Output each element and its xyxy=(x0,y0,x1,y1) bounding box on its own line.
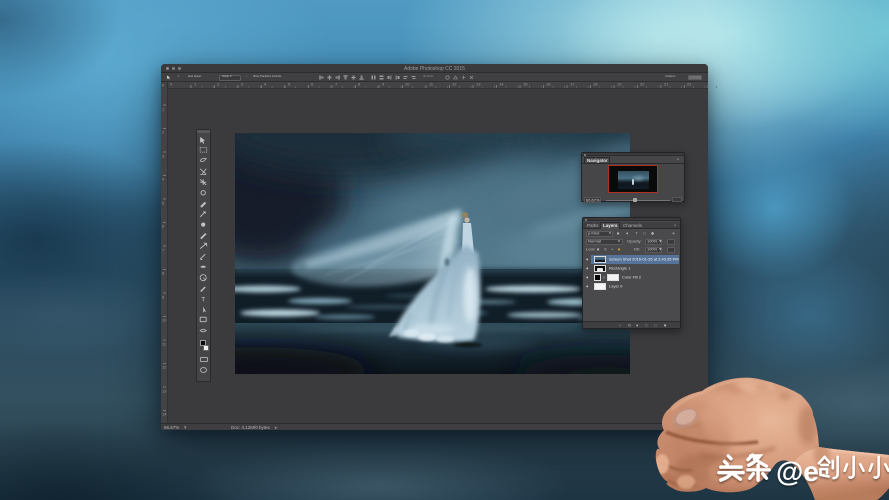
svg-text:@e: @e xyxy=(776,456,819,487)
svg-text:T: T xyxy=(201,297,205,304)
